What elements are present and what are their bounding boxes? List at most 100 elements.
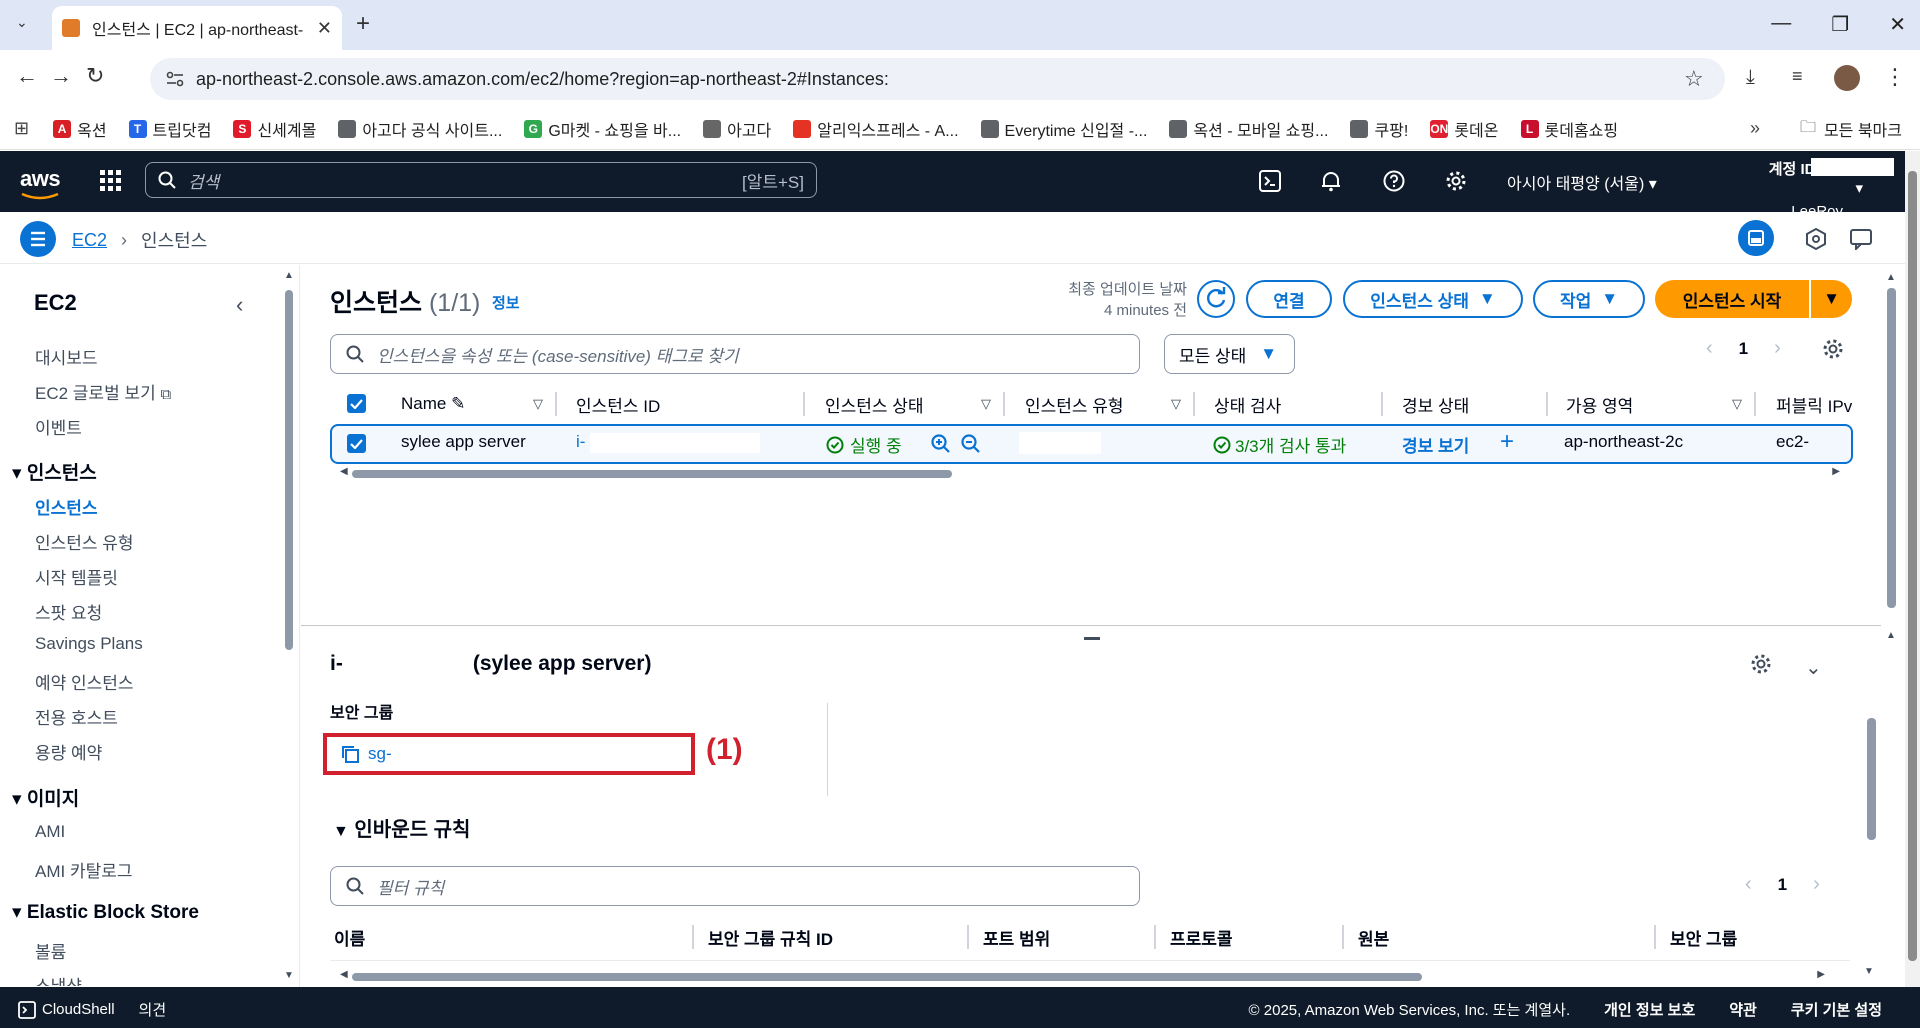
column-header-az[interactable]: 가용 영역 ▽ xyxy=(1552,392,1756,416)
forward-icon[interactable]: → xyxy=(50,63,72,89)
sidebar-item-ami[interactable]: AMI xyxy=(35,822,65,842)
row-instance-id-link[interactable]: i- xyxy=(576,432,585,452)
cookie-preferences-link[interactable]: 쿠키 기본 설정 xyxy=(1791,999,1882,1020)
instance-state-button[interactable]: 인스턴스 상태 ▼ xyxy=(1343,280,1523,318)
download-icon[interactable]: ⤓ xyxy=(1746,66,1755,89)
column-header-public-ipv4[interactable]: 퍼블릭 IPv xyxy=(1762,392,1852,416)
zoom-in-icon[interactable] xyxy=(931,434,951,454)
services-grid-icon[interactable] xyxy=(100,170,122,192)
scroll-up-icon[interactable]: ▲ xyxy=(1886,272,1896,283)
actions-button[interactable]: 작업 ▼ xyxy=(1533,280,1645,318)
tools-panel-button[interactable] xyxy=(1738,220,1774,256)
column-header-source[interactable]: 원본 xyxy=(1342,925,1389,949)
close-tab-icon[interactable]: ✕ xyxy=(317,18,332,39)
maximize-icon[interactable]: ❐ xyxy=(1831,12,1849,37)
current-page[interactable]: 1 xyxy=(1739,339,1748,359)
column-header-protocol[interactable]: 프로토콜 xyxy=(1154,925,1233,949)
bookmark-item[interactable]: S 신세계몰 xyxy=(233,117,316,141)
connect-button[interactable]: 연결 xyxy=(1246,280,1332,318)
scroll-down-icon[interactable]: ▼ xyxy=(1864,966,1874,977)
cloudshell-icon[interactable] xyxy=(1259,170,1281,192)
inbound-rules-section[interactable]: ▼ 인바운드 규칙 xyxy=(333,813,470,842)
column-header-instance-state[interactable]: 인스턴스 상태 ▽ xyxy=(811,392,1005,416)
breadcrumb-ec2-link[interactable]: EC2 xyxy=(72,230,107,251)
hexagon-settings-icon[interactable] xyxy=(1805,228,1827,250)
cloudshell-button[interactable]: CloudShell xyxy=(18,1000,115,1019)
media-control-icon[interactable]: ≡ xyxy=(1792,66,1803,87)
scroll-right-icon[interactable]: ▶ xyxy=(1832,466,1840,477)
help-icon[interactable] xyxy=(1383,170,1405,192)
sidebar-item-instances[interactable]: 인스턴스 xyxy=(35,494,98,519)
column-header-instance-type[interactable]: 인스턴스 유형 ▽ xyxy=(1011,392,1195,416)
column-header-port-range[interactable]: 포트 범위 xyxy=(967,925,1050,949)
aws-search-input[interactable]: 검색 [알트+S] xyxy=(145,162,817,198)
next-page-icon[interactable]: › xyxy=(1813,873,1820,896)
instance-filter-input[interactable]: 인스턴스을 속성 또는 (case-sensitive) 태그로 찾기 xyxy=(330,334,1140,374)
sidebar-item-volumes[interactable]: 볼륨 xyxy=(35,938,66,963)
bookmark-item[interactable]: Everytime 신입절 -... xyxy=(980,117,1147,141)
profile-avatar[interactable] xyxy=(1834,65,1860,91)
row-checkbox[interactable] xyxy=(347,434,366,453)
notifications-bell-icon[interactable] xyxy=(1320,170,1342,192)
sidebar-item-capacity-reservations[interactable]: 용량 예약 xyxy=(35,739,102,764)
sidebar-item-savings-plans[interactable]: Savings Plans xyxy=(35,634,143,654)
zoom-out-icon[interactable] xyxy=(961,434,981,454)
bookmark-item[interactable]: ON 롯데온 xyxy=(1430,117,1499,141)
bookmark-item[interactable]: 쿠팡! xyxy=(1350,117,1408,141)
column-header-alarm-status[interactable]: 경보 상태 xyxy=(1388,392,1548,416)
scroll-left-icon[interactable]: ◀ xyxy=(340,466,348,477)
reload-icon[interactable]: ↻ xyxy=(86,63,104,89)
privacy-link[interactable]: 개인 정보 보호 xyxy=(1604,999,1695,1020)
detail-scrollbar-thumb[interactable] xyxy=(1867,718,1876,840)
bookmark-item[interactable]: G G마켓 - 쇼핑을 바... xyxy=(524,117,681,141)
rules-horizontal-scrollbar[interactable]: ◀ ▶ xyxy=(340,969,1825,983)
bookmark-item[interactable]: 아고다 xyxy=(703,117,771,141)
prev-page-icon[interactable]: ‹ xyxy=(1745,873,1752,896)
sidebar-scrollbar[interactable] xyxy=(285,290,293,650)
bookmark-item[interactable]: 아고다 공식 사이트... xyxy=(338,117,502,141)
side-menu-button[interactable] xyxy=(20,221,56,257)
select-all-checkbox[interactable] xyxy=(347,394,366,413)
bookmark-item[interactable]: 알리익스프레스 - A... xyxy=(793,117,959,141)
feedback-icon[interactable] xyxy=(1850,228,1872,250)
column-header-rule-name[interactable]: 이름 xyxy=(330,925,365,949)
sidebar-item-ami-catalog[interactable]: AMI 카탈로그 xyxy=(35,857,133,882)
bookmark-star-icon[interactable]: ☆ xyxy=(1684,66,1704,92)
column-header-rule-id[interactable]: 보안 그룹 규칙 ID xyxy=(692,925,833,949)
launch-instance-button[interactable]: 인스턴스 시작 xyxy=(1655,280,1809,318)
back-icon[interactable]: ← xyxy=(16,63,38,89)
new-tab-button[interactable]: + xyxy=(356,10,370,38)
table-horizontal-scrollbar[interactable]: ◀ ▶ xyxy=(340,466,1840,480)
bookmark-item[interactable]: L 롯데홈쇼핑 xyxy=(1520,117,1618,141)
sidebar-item-snapshots[interactable]: 스냅샷 xyxy=(35,972,82,986)
scroll-right-icon[interactable]: ▶ xyxy=(1817,969,1825,980)
collapse-panel-chevron-icon[interactable]: ⌄ xyxy=(1805,655,1822,680)
browser-menu-icon[interactable]: ⋮ xyxy=(1884,64,1906,90)
terms-link[interactable]: 약관 xyxy=(1729,999,1757,1020)
window-scrollbar[interactable] xyxy=(1905,151,1920,987)
url-bar[interactable]: ap-northeast-2.console.aws.amazon.com/ec… xyxy=(150,58,1725,100)
apps-grid-icon[interactable]: ⊞ xyxy=(14,118,29,139)
bookmark-item[interactable]: T 트립닷컴 xyxy=(128,117,211,141)
sidebar-section-instances[interactable]: ▾ 인스턴스 xyxy=(12,458,97,485)
settings-gear-icon[interactable] xyxy=(1445,170,1467,192)
state-filter-select[interactable]: 모든 상태 ▼ xyxy=(1164,334,1295,374)
view-alarms-link[interactable]: 경보 보기 xyxy=(1402,432,1469,457)
feedback-link[interactable]: 의견 xyxy=(139,999,167,1020)
browser-tab[interactable]: 인스턴스 | EC2 | ap-northeast- ✕ xyxy=(52,6,342,50)
next-page-icon[interactable]: › xyxy=(1774,337,1781,360)
current-page[interactable]: 1 xyxy=(1778,875,1787,895)
close-window-icon[interactable]: ✕ xyxy=(1889,12,1906,37)
sidebar-item-global-view[interactable]: EC2 글로벌 보기 ⧉ xyxy=(35,379,171,404)
sidebar-item-events[interactable]: 이벤트 xyxy=(35,414,82,439)
sidebar-item-dashboard[interactable]: 대시보드 xyxy=(35,344,98,369)
scroll-thumb[interactable] xyxy=(352,470,952,478)
scroll-left-icon[interactable]: ◀ xyxy=(340,969,348,980)
rules-filter-input[interactable]: 필터 규칙 xyxy=(330,866,1140,906)
sidebar-section-images[interactable]: ▾ 이미지 xyxy=(12,784,79,811)
launch-dropdown-button[interactable]: ▼ xyxy=(1811,280,1852,318)
sidebar-item-instance-types[interactable]: 인스턴스 유형 xyxy=(35,529,134,554)
column-header-status-check[interactable]: 상태 검사 xyxy=(1200,392,1383,416)
scroll-thumb[interactable] xyxy=(1908,171,1917,961)
add-alarm-icon[interactable]: + xyxy=(1500,428,1514,456)
